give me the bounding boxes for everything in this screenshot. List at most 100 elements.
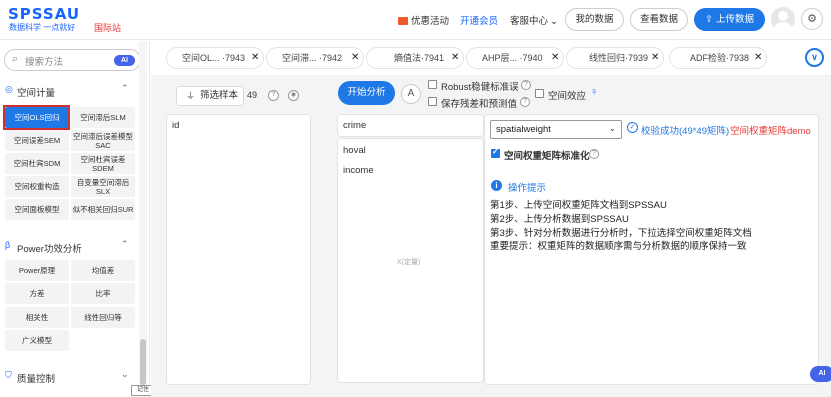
service-center-menu[interactable]: 客服中心 ⌄: [510, 13, 558, 27]
view-data-button[interactable]: 查看数据: [630, 8, 688, 31]
filter-sample-button[interactable]: ⏚ 筛选样本: [176, 86, 244, 106]
top-header: SPSSAU 数据科学 一点就好 国际站 优惠活动 开通会员 客服中心 ⌄ 我的数…: [0, 0, 831, 40]
sidebar: ⌕ 搜索方法 AI ◎ 空间计量 ⌃ 空间OLS回归 空间滞后SLM 空间误差S…: [0, 41, 155, 397]
section-power[interactable]: β Power功效分析 ⌃: [0, 238, 140, 256]
info-icon: i: [491, 180, 502, 191]
save-resid-checkbox[interactable]: [428, 97, 437, 106]
method-generalized-model[interactable]: 广义模型: [5, 330, 69, 351]
variable-list[interactable]: id: [166, 114, 311, 385]
close-icon[interactable]: ✕: [451, 48, 459, 68]
help-icon[interactable]: ?: [521, 80, 531, 90]
shield-icon: ⛉: [5, 370, 12, 380]
check-circle-icon: ✓: [627, 122, 638, 133]
sidebar-scroll-thumb[interactable]: [140, 339, 146, 385]
list-item[interactable]: id: [172, 120, 179, 131]
x-drop-hint: X(定量): [397, 259, 421, 266]
method-spatial-weight[interactable]: 空间权重构造: [5, 176, 69, 197]
weight-demo-link[interactable]: 空间权重矩阵demo: [730, 123, 811, 137]
y-variable[interactable]: crime: [343, 120, 366, 131]
method-spatial-sem[interactable]: 空间误差SEM: [5, 130, 69, 151]
tip-step-1: 第1步、上传空间权重矩阵文档到SPSSAU: [490, 200, 667, 211]
logo-tagline: 数据科学 一点就好: [9, 23, 76, 32]
promo-link[interactable]: 优惠活动: [398, 13, 449, 27]
chevron-down-icon: ⌄: [121, 369, 129, 379]
close-icon[interactable]: ✕: [551, 48, 559, 68]
method-ratio[interactable]: 比率: [71, 283, 135, 304]
start-analysis-button[interactable]: 开始分析: [338, 81, 395, 105]
upload-data-button[interactable]: ⇧ 上传数据: [694, 8, 765, 31]
tip-step-3: 第3步、针对分析数据进行分析时，下拉选择空间权重矩阵文档: [490, 228, 752, 239]
tab-entropy[interactable]: 熵值法·7941 ✕: [366, 47, 464, 69]
highlight-box: [3, 105, 70, 130]
method-spatial-sdm[interactable]: 空间杜宾SDM: [5, 153, 69, 174]
method-spatial-slm[interactable]: 空间滞后SLM: [71, 107, 135, 128]
method-spatial-slx[interactable]: 自变量空间滞后SLX: [71, 176, 135, 197]
method-mean-diff[interactable]: 均值差: [71, 260, 135, 281]
spatial-effect-label: 空间效应: [548, 91, 587, 102]
avatar[interactable]: [771, 7, 795, 31]
my-data-button[interactable]: 我的数据: [565, 8, 624, 31]
gear-icon[interactable]: ⚙: [801, 8, 823, 30]
method-variance[interactable]: 方差: [5, 283, 69, 304]
ai-search-badge[interactable]: AI: [114, 55, 135, 66]
font-icon[interactable]: A: [401, 84, 421, 104]
section-spatial[interactable]: ◎ 空间计量 ⌃: [0, 82, 140, 100]
upload-icon: ⇧: [705, 14, 713, 25]
x-variable[interactable]: hoval: [343, 145, 366, 156]
chevron-down-icon: ⌄: [550, 16, 558, 27]
close-icon[interactable]: ✕: [651, 48, 659, 68]
close-icon[interactable]: ✕: [351, 48, 359, 68]
method-spatial-sac[interactable]: 空间滞后误差模型SAC: [71, 130, 135, 151]
variable-count: 49: [247, 90, 258, 100]
search-placeholder: 搜索方法: [25, 57, 64, 68]
section-quality[interactable]: ⛉ 质量控制 ⌄: [0, 368, 140, 386]
search-input[interactable]: ⌕ 搜索方法 AI: [4, 49, 141, 71]
logo[interactable]: SPSSAU: [8, 5, 80, 23]
weight-select[interactable]: spatialweight ⌄: [490, 120, 622, 139]
tab-adf[interactable]: ADF检验·7938 ✕: [669, 47, 767, 69]
method-correlation[interactable]: 相关性: [5, 307, 69, 328]
method-spatial-sdem[interactable]: 空间杜宾误差SDEM: [71, 153, 135, 174]
verify-status: 校验成功(49*49矩阵): [641, 126, 730, 137]
x-variable-box[interactable]: hoval income X(定量): [337, 138, 484, 383]
intl-site-link[interactable]: 国际站: [94, 21, 121, 34]
robust-checkbox[interactable]: [428, 80, 437, 89]
ai-assistant-button[interactable]: AI: [810, 366, 831, 382]
method-spatial-panel[interactable]: 空间面板模型: [5, 199, 69, 220]
chevron-up-icon: ⌃: [121, 239, 129, 249]
analysis-workspace: ⏚ 筛选样本 49 ? ◉ id ⇄ crime hoval income X(…: [151, 75, 831, 397]
filter-icon: ⏚: [186, 91, 196, 101]
tab-ahp[interactable]: AHP层... ·7940 ✕: [466, 47, 564, 69]
tab-spatial-ols[interactable]: 空间OL... ·7943 ✕: [166, 47, 264, 69]
spatial-effect-checkbox[interactable]: [535, 89, 544, 98]
close-icon[interactable]: ✕: [754, 48, 762, 68]
save-resid-label: 保存残差和预测值: [441, 99, 518, 110]
more-tabs-icon[interactable]: ∨: [805, 48, 824, 67]
close-icon[interactable]: ✕: [251, 48, 259, 68]
search-icon: ⌕: [12, 53, 19, 65]
x-variable[interactable]: income: [343, 165, 374, 176]
bulb-icon[interactable]: ♀: [590, 86, 598, 98]
help-icon[interactable]: ?: [268, 90, 279, 101]
analysis-tabs: 空间OL... ·7943 ✕ 空间滞... ·7942 ✕ 熵值法·7941 …: [151, 41, 831, 75]
beta-icon: β: [5, 240, 11, 250]
tip-important: 重要提示：权重矩阵的数据顺序需与分析数据的顺序保持一致: [490, 241, 747, 252]
help-icon[interactable]: ?: [589, 149, 599, 159]
robust-label: Robust稳健标准误: [441, 82, 519, 93]
tips-title: 操作提示: [508, 183, 547, 194]
tip-step-2: 第2步、上传分析数据到SPSSAU: [490, 214, 629, 225]
target-icon[interactable]: ◉: [288, 90, 299, 101]
y-variable-box[interactable]: crime: [337, 114, 484, 137]
help-icon[interactable]: ?: [520, 97, 530, 107]
vip-link[interactable]: 开通会员: [460, 13, 498, 27]
gift-icon: [398, 17, 408, 25]
spatial-icon: ◎: [5, 84, 13, 94]
method-power-principle[interactable]: Power原理: [5, 260, 69, 281]
method-sur[interactable]: 似不相关回归SUR: [71, 199, 135, 220]
method-linear-regression[interactable]: 线性回归等: [71, 307, 135, 328]
chevron-down-icon: ⌄: [609, 124, 616, 133]
tab-linear-regression[interactable]: 线性回归·7939 ✕: [566, 47, 664, 69]
normalize-label: 空间权重矩阵标准化: [504, 151, 590, 162]
tab-spatial-lag[interactable]: 空间滞... ·7942 ✕: [266, 47, 364, 69]
normalize-checkbox[interactable]: [491, 147, 500, 158]
